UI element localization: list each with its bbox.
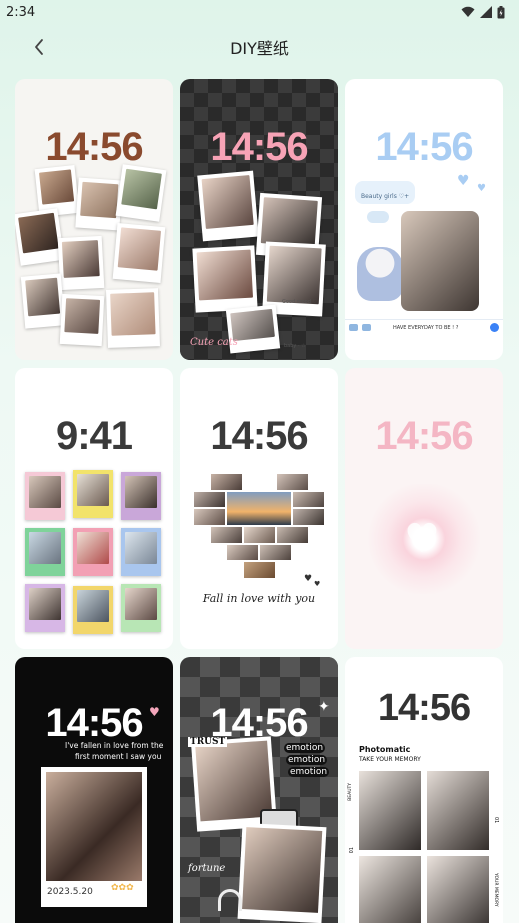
polaroid-photo (15, 208, 65, 266)
message-text: HAVE EVERYDAY TO BE ! ? (393, 324, 459, 331)
heart-icon: ♥ (149, 705, 160, 719)
polaroid-photo (57, 235, 105, 291)
message-bar: HAVE EVERYDAY TO BE ! ? (345, 319, 503, 335)
photo (359, 771, 421, 850)
card-clock: 9:41 (55, 414, 133, 458)
polaroid-photo (115, 164, 167, 222)
card-clock: 14:56 (210, 125, 308, 169)
card-clock: 14:56 (375, 414, 473, 458)
heart-icon: ♥ (477, 183, 486, 194)
status-icons (461, 5, 505, 19)
brand-title: Photomatic (359, 745, 411, 754)
wallpaper-card-2[interactable]: 14:56 Cute cats Good mood ♡ baby · ☆ (180, 79, 338, 360)
wifi-icon (461, 6, 475, 17)
polaroid-photo (20, 273, 66, 329)
tag-text: emotion (288, 767, 330, 777)
polaroid-photo (237, 822, 327, 923)
polaroid-photo (106, 288, 160, 348)
camera-icon (349, 324, 358, 331)
cloud-icon (367, 211, 389, 223)
heart-icon: ♥ (404, 516, 440, 562)
chat-bubble: Beauty girls ♡+ (355, 181, 416, 204)
note-text: baby · ☆ (284, 343, 306, 349)
love-quote-line-2: first moment I saw you (75, 752, 162, 761)
wallpaper-card-8[interactable]: 14:56 ✦ TRUST emotion emotion emotion fo… (180, 657, 338, 923)
polaroid-photo (25, 528, 65, 576)
heart-icon: ♥ (457, 173, 470, 189)
wallpaper-card-5[interactable]: 14:56 ♥ ♥ Fall in love with you (180, 368, 338, 649)
photo-date: 2023.5.20 (47, 887, 93, 897)
wallpaper-card-4[interactable]: 9:41 (15, 368, 173, 649)
side-label: YOUR MEMORY (493, 873, 498, 907)
photo (359, 856, 421, 923)
tag-text: fortune (188, 863, 226, 874)
status-time: 2:34 (6, 4, 36, 20)
polaroid-photo (112, 223, 166, 283)
featured-photo (401, 211, 479, 311)
polaroid-photo (192, 245, 258, 313)
polaroid-photo (75, 177, 123, 231)
wallpaper-card-1[interactable]: 14:56 (15, 79, 173, 360)
polaroid-photo (73, 470, 113, 518)
card-clock: 14:56 (45, 125, 143, 169)
heart-icon: ♥ (314, 580, 321, 588)
status-bar: 2:34 (0, 0, 519, 24)
card-clock: 14:56 (377, 687, 471, 729)
side-number: 01 (493, 817, 499, 824)
photo (427, 856, 489, 923)
sparkle-icon: ✦ (318, 699, 330, 715)
wallpaper-card-7[interactable]: 14:56 ♥ I've fallen in love from the fir… (15, 657, 173, 923)
signal-icon (480, 6, 492, 18)
polaroid-photo (121, 528, 161, 576)
polaroid-photo (121, 584, 161, 632)
polaroid-photo (121, 472, 161, 520)
wallpaper-card-6[interactable]: 14:56 ♥ (345, 368, 503, 649)
battery-icon (497, 5, 505, 18)
chevron-left-icon (35, 39, 43, 55)
headphones-icon (218, 889, 242, 911)
brand-tagline: TAKE YOUR MEMORY (359, 756, 421, 763)
polaroid-photo (25, 472, 65, 520)
polaroid-photo (59, 293, 105, 347)
card-caption: Fall in love with you (202, 592, 316, 605)
wallpaper-card-9[interactable]: 14:56 Photomatic TAKE YOUR MEMORY BEAUTY… (345, 657, 503, 923)
side-label: BEAUTY (348, 783, 353, 801)
tag-text: emotion (286, 755, 328, 765)
note-text: Good mood ♡ (282, 299, 317, 305)
header: DIY壁纸 (0, 24, 519, 70)
chat-bubble-text: Beauty girls ♡+ (361, 193, 410, 200)
polaroid-photo (25, 584, 65, 632)
polaroid-photo (73, 528, 113, 576)
card-clock: 14:56 (375, 125, 473, 169)
image-icon (362, 324, 371, 331)
card-clock: 14:56 (210, 414, 308, 458)
teddy-bear-image (357, 247, 403, 301)
heart-photo-collage (194, 474, 324, 578)
polaroid-photo (73, 586, 113, 634)
send-icon (490, 323, 499, 332)
flower-icon: ✿✿✿ (111, 883, 134, 893)
heart-icon: ♥ (304, 574, 313, 584)
side-number: 01 (349, 847, 355, 854)
back-button[interactable] (26, 34, 52, 60)
wallpaper-card-3[interactable]: 14:56 Beauty girls ♡+ ♥ ♥ HAVE EVERYDAY … (345, 79, 503, 360)
page-title: DIY壁纸 (230, 39, 289, 58)
love-quote-line-1: I've fallen in love from the (65, 741, 164, 750)
photo (427, 771, 489, 850)
tag-text: emotion (284, 743, 326, 753)
tag-text: TRUST (188, 737, 228, 747)
photo-strip (359, 771, 489, 923)
polaroid-photo (197, 170, 259, 242)
sticker-text: Cute cats (190, 337, 238, 348)
